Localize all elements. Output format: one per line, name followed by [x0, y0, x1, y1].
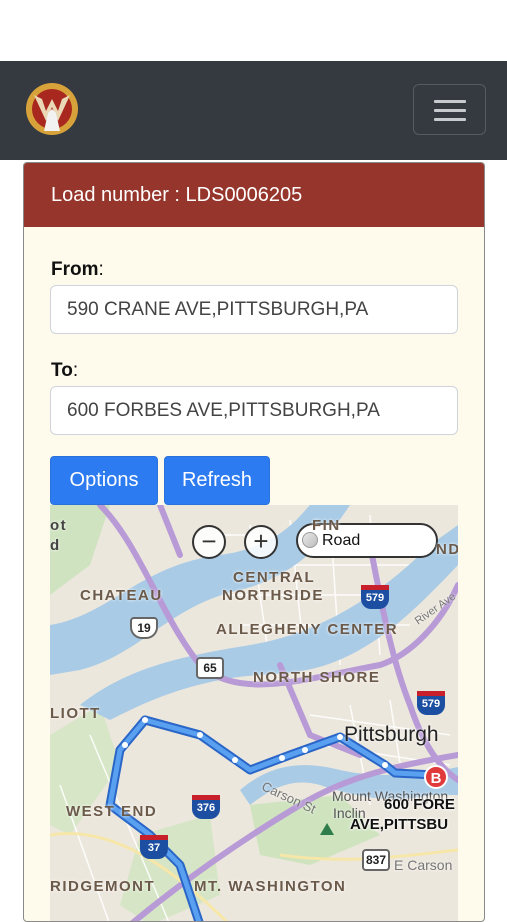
hamburger-menu-icon[interactable] — [413, 84, 486, 135]
map-label: ND — [436, 541, 458, 558]
map-label: d — [50, 537, 61, 554]
zoom-in-button[interactable]: + — [244, 525, 278, 559]
from-label-wrap: From: — [51, 259, 104, 280]
map-label-pittsburgh: Pittsburgh — [344, 723, 439, 746]
wolf-logo-icon[interactable] — [24, 81, 80, 137]
destination-label-line1: 600 FORE — [384, 796, 455, 813]
map-label: FIN — [312, 517, 341, 534]
load-number-header: Load number : LDS0006205 — [24, 163, 484, 227]
map-type-label: Road — [322, 532, 361, 549]
to-label: To — [51, 360, 73, 381]
to-field[interactable]: 600 FORBES AVE,PITTSBURGH,PA — [50, 386, 458, 435]
menu-bar — [434, 100, 466, 103]
destination-label: 600 FORE AVE,PITTSBU — [350, 795, 455, 835]
destination-label-line2: AVE,PITTSBU — [350, 816, 449, 833]
menu-bar — [434, 109, 466, 112]
options-button[interactable]: Options — [50, 456, 158, 505]
load-card: Load number : LDS0006205 From: 590 CRANE… — [23, 162, 485, 922]
map-style-icon — [302, 532, 318, 548]
to-label-wrap: To: — [51, 360, 79, 381]
map-label-elliott: LIOTT — [50, 705, 101, 722]
map-label-ridgemont: RIDGEMONT — [50, 878, 156, 895]
destination-pin[interactable]: B — [424, 765, 448, 789]
route-map[interactable]: − + Road ot d FIN ND CHATEAU CENTRAL NOR… — [50, 505, 458, 921]
map-label-west-end: WEST END — [66, 803, 158, 820]
map-label: ot — [50, 517, 68, 534]
map-label-north-shore: NORTH SHORE — [253, 669, 381, 686]
map-label-allegheny-center: ALLEGHENY CENTER — [216, 621, 399, 638]
route837-shield: 837 — [362, 849, 390, 871]
map-label-central: CENTRAL — [233, 569, 316, 586]
map-label-chateau: CHATEAU — [80, 587, 163, 604]
from-field[interactable]: 590 CRANE AVE,PITTSBURGH,PA — [50, 285, 458, 334]
menu-bar — [434, 118, 466, 121]
i376-shield: 376 — [192, 795, 220, 819]
us19-shield: 19 — [130, 617, 158, 639]
refresh-button[interactable]: Refresh — [164, 456, 270, 505]
route65-shield: 65 — [196, 657, 224, 679]
from-label: From — [51, 259, 99, 280]
i579-shield: 579 — [361, 585, 389, 609]
navbar — [0, 61, 507, 160]
map-label-northside: NORTHSIDE — [222, 587, 324, 604]
map-label-mt-washington: MT. WASHINGTON — [194, 878, 347, 895]
map-label-e-carson: E Carson — [394, 857, 453, 873]
i579-shield: 579 — [417, 691, 445, 715]
zoom-out-button[interactable]: − — [192, 525, 226, 559]
i376-shield: 37 — [140, 835, 168, 859]
